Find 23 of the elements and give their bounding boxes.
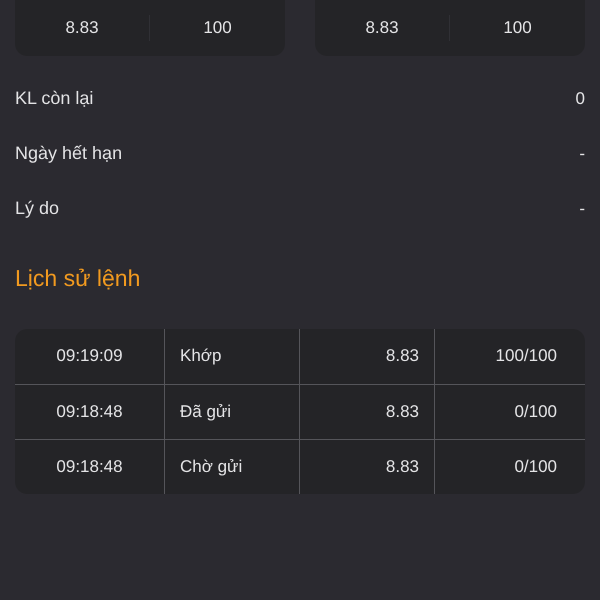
order-price: 8.83 bbox=[365, 17, 399, 40]
detail-value: 0 bbox=[576, 88, 585, 110]
table-cell-text: Khớp bbox=[180, 345, 222, 368]
detail-label: Lý do bbox=[15, 197, 60, 220]
table-cell-text: 100/100 bbox=[496, 345, 557, 368]
section-title: Lịch sử lệnh bbox=[15, 264, 142, 293]
table-cell-text: 8.83 bbox=[386, 345, 419, 368]
table-cell-text: 09:18:48 bbox=[56, 400, 123, 423]
table-cell-text: Chờ gửi bbox=[180, 456, 242, 478]
table-cell-text: Đã gửi bbox=[180, 400, 232, 423]
detail-label: Ngày hết hạn bbox=[15, 142, 122, 165]
detail-value: - bbox=[579, 142, 585, 165]
order-quantity: 100 bbox=[203, 17, 232, 40]
table-cell-text: 8.83 bbox=[386, 456, 419, 478]
table-cell-text: 09:19:09 bbox=[56, 345, 123, 368]
table-cell-text: 0/100 bbox=[514, 456, 557, 478]
table-cell-text: 0/100 bbox=[514, 400, 557, 423]
table-cell-text: 09:18:48 bbox=[56, 456, 123, 478]
order-quantity: 100 bbox=[503, 17, 532, 40]
detail-value: - bbox=[579, 198, 585, 220]
detail-label: KL còn lại bbox=[15, 87, 94, 110]
order-price: 8.83 bbox=[65, 17, 99, 40]
table-cell-text: 8.83 bbox=[386, 400, 419, 423]
